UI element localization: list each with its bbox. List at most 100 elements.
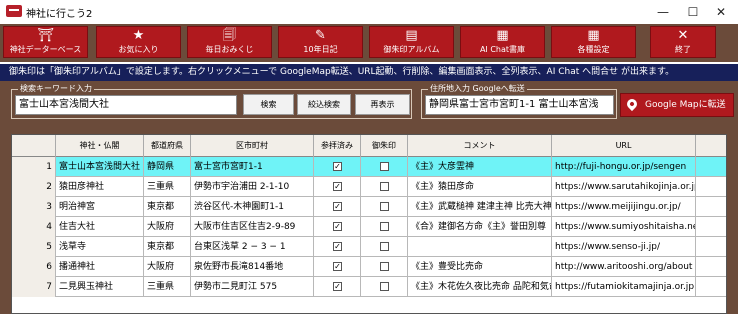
cell-comment[interactable]: 《合》建御名方命《主》誉田別尊 [408,217,552,237]
goshuin-checkbox[interactable] [380,202,389,211]
table-row[interactable]: 6 播通神社 大阪府 泉佐野市長滝814番地 ✓ 《主》豊受比売命 http:/… [12,257,726,277]
cell-city[interactable]: 泉佐野市長滝814番地 [191,257,314,277]
settings-button[interactable]: ▦ 各種設定 [551,26,636,58]
col-header-goshuin[interactable]: 御朱印 [361,135,408,157]
cell-name[interactable]: 二見興玉神社 [56,277,144,297]
cell-prefecture[interactable]: 東京都 [144,197,191,217]
cell-name[interactable]: 住吉大社 [56,217,144,237]
cell-goshuin [361,177,408,197]
cell-url[interactable]: https://futamiokitamajinja.or.jp [552,277,696,297]
favorites-button[interactable]: ★ お気に入り [96,26,181,58]
minimize-button[interactable]: — [648,0,678,24]
goshuin-checkbox[interactable] [380,262,389,271]
goshuin-checkbox[interactable] [380,162,389,171]
cell-prefecture[interactable]: 大阪府 [144,217,191,237]
notice-bar: 御朱印は「御朱印アルバム」で設定します。右クリックメニューで GoogleMap… [0,64,738,81]
address-group: 住所地入力 Googleへ転送 静岡県富士宮市宮町1-1 富士山本宮浅 [421,83,617,119]
goshuin-checkbox[interactable] [380,182,389,191]
cell-url[interactable]: https://www.sumiyoshitaisha.net [552,217,696,237]
cell-city[interactable]: 台東区浅草 2 − 3 − 1 [191,237,314,257]
search-input[interactable]: 富士山本宮浅間大社 [15,95,237,115]
ten-year-diary-label: 10年日記 [303,45,338,54]
shrine-table[interactable]: 神社・仏閣 都道府県 区市町村 参拝済み 御朱印 コメント URL 1 富士山本… [11,134,727,314]
shrine-database-button[interactable]: ⛩ 神社データーベース [3,26,88,58]
cell-url[interactable]: http://fuji-hongu.or.jp/sengen [552,157,696,177]
cell-comment[interactable]: 《主》豊受比売命 [408,257,552,277]
google-map-transfer-button[interactable]: Google Mapに転送 [620,93,734,117]
cell-name[interactable]: 明治神宮 [56,197,144,217]
cell-visited: ✓ [314,217,361,237]
cell-comment[interactable]: 《主》猿田彦命 [408,177,552,197]
table-row[interactable]: 2 猿田彦神社 三重県 伊勢市宇治浦田 2-1-10 ✓ 《主》猿田彦命 htt… [12,177,726,197]
visited-checkbox[interactable]: ✓ [333,282,342,291]
visited-checkbox[interactable]: ✓ [333,262,342,271]
col-header-city[interactable]: 区市町村 [191,135,314,157]
refine-search-button[interactable]: 絞込検索 [297,94,351,115]
cell-name[interactable]: 播通神社 [56,257,144,277]
ai-chat-archive-button[interactable]: ▦ AI Chat書庫 [460,26,545,58]
cell-prefecture[interactable]: 静岡県 [144,157,191,177]
visited-checkbox[interactable]: ✓ [333,202,342,211]
chat-archive-icon: ▦ [496,28,509,43]
goshuin-checkbox[interactable] [380,222,389,231]
address-group-label: 住所地入力 Googleへ転送 [428,83,527,94]
cell-url[interactable]: http://www.aritooshi.org/about [552,257,696,277]
address-input[interactable]: 静岡県富士宮市宮町1-1 富士山本宮浅 [425,95,614,115]
cell-prefecture[interactable]: 三重県 [144,277,191,297]
ten-year-diary-button[interactable]: ✎ 10年日記 [278,26,363,58]
table-row[interactable]: 3 明治神宮 東京都 渋谷区代-木神園町1-1 ✓ 《主》武蔵槌神 建津主神 比… [12,197,726,217]
col-header-name[interactable]: 神社・仏閣 [56,135,144,157]
table-row[interactable]: 1 富士山本宮浅間大社 静岡県 富士宮市宮町1-1 ✓ 《主》大彦霊神 http… [12,157,726,177]
redisplay-button[interactable]: 再表示 [355,94,410,115]
maximize-button[interactable]: ☐ [678,0,708,24]
cell-comment[interactable]: 《主》武蔵槌神 建津主神 比売大神 [408,197,552,217]
close-window-button[interactable]: ✕ [706,0,736,24]
cell-name[interactable]: 富士山本宮浅間大社 [56,157,144,177]
col-header-visited[interactable]: 参拝済み [314,135,361,157]
daily-omikuji-label: 毎日おみくじ [205,45,254,54]
cell-city[interactable]: 伊勢市宇治浦田 2-1-10 [191,177,314,197]
cell-prefecture[interactable]: 東京都 [144,237,191,257]
search-button[interactable]: 検索 [243,94,294,115]
goshuin-checkbox[interactable] [380,242,389,251]
work-area: 検索キーワード入力 富士山本宮浅間大社 検索 絞込検索 再表示 住所地入力 Go… [0,81,738,314]
col-header-comment[interactable]: コメント [408,135,552,157]
exit-icon: ✕ [677,28,689,43]
col-header-prefecture[interactable]: 都道府県 [144,135,191,157]
cell-url[interactable]: https://www.sarutahikojinja.or.jp [552,177,696,197]
search-group: 検索キーワード入力 富士山本宮浅間大社 検索 絞込検索 再表示 [11,83,412,119]
cell-city[interactable]: 富士宮市宮町1-1 [191,157,314,177]
cell-city[interactable]: 大阪市住吉区住吉2-9-89 [191,217,314,237]
cell-url[interactable]: https://www.meijijingu.or.jp/ [552,197,696,217]
visited-checkbox[interactable]: ✓ [333,162,342,171]
toolbar: ⛩ 神社データーベース ★ お気に入り 🗐 毎日おみくじ ✎ 10年日記 ▤ 御… [0,24,738,62]
table-header: 神社・仏閣 都道府県 区市町村 参拝済み 御朱印 コメント URL [12,135,726,157]
cell-goshuin [361,237,408,257]
star-icon: ★ [132,28,145,43]
table-row[interactable]: 5 浅草寺 東京都 台東区浅草 2 − 3 − 1 ✓ https://www.… [12,237,726,257]
cell-comment[interactable] [408,237,552,257]
row-number: 2 [12,177,56,197]
cell-prefecture[interactable]: 大阪府 [144,257,191,277]
visited-checkbox[interactable]: ✓ [333,242,342,251]
cell-name[interactable]: 浅草寺 [56,237,144,257]
daily-omikuji-button[interactable]: 🗐 毎日おみくじ [187,26,272,58]
table-row[interactable]: 4 住吉大社 大阪府 大阪市住吉区住吉2-9-89 ✓ 《合》建御名方命《主》誉… [12,217,726,237]
cell-prefecture[interactable]: 三重県 [144,177,191,197]
cell-comment[interactable]: 《主》木花佐久夜比売命 品陀和気命 [408,277,552,297]
cell-url[interactable]: https://www.senso-ji.jp/ [552,237,696,257]
google-map-transfer-label: Google Mapに転送 [645,100,726,110]
cell-comment[interactable]: 《主》大彦霊神 [408,157,552,177]
goshuin-checkbox[interactable] [380,282,389,291]
cell-city[interactable]: 伊勢市二見町江 575 [191,277,314,297]
goshuin-album-button[interactable]: ▤ 御朱印アルバム [369,26,454,58]
cell-city[interactable]: 渋谷区代-木神園町1-1 [191,197,314,217]
omikuji-icon: 🗐 [223,28,236,43]
col-header-url[interactable]: URL [552,135,696,157]
visited-checkbox[interactable]: ✓ [333,182,342,191]
visited-checkbox[interactable]: ✓ [333,222,342,231]
cell-name[interactable]: 猿田彦神社 [56,177,144,197]
exit-button[interactable]: ✕ 終了 [650,26,716,58]
table-row[interactable]: 7 二見興玉神社 三重県 伊勢市二見町江 575 ✓ 《主》木花佐久夜比売命 品… [12,277,726,297]
album-icon: ▤ [405,28,418,43]
